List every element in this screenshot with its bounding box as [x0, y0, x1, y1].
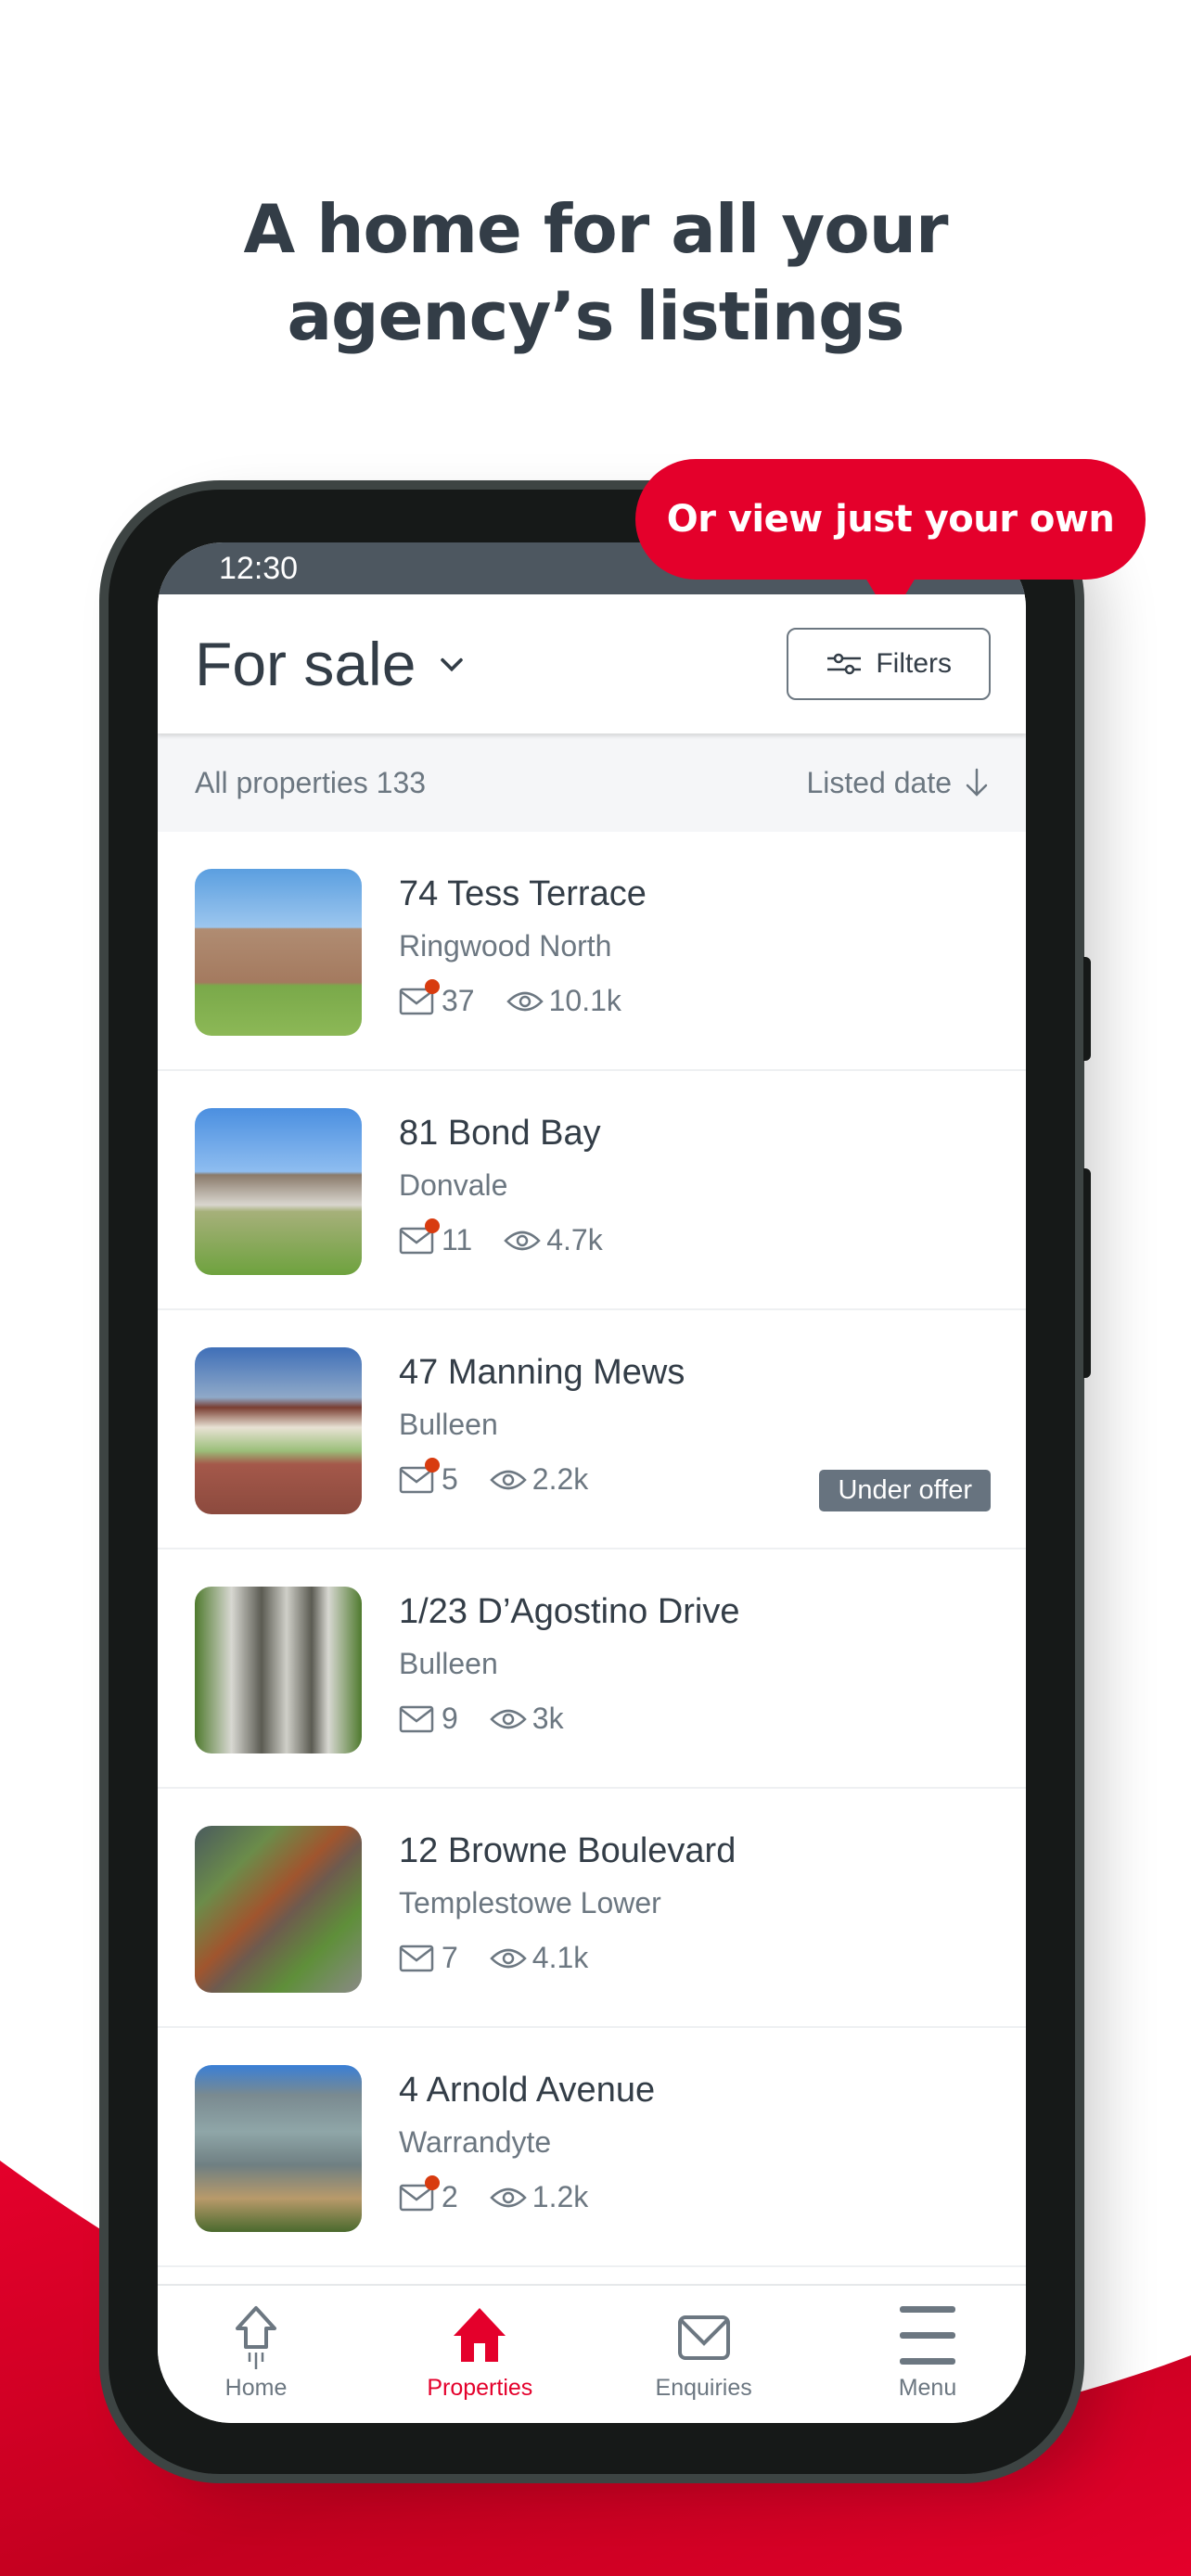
property-list-item[interactable]: 1/23 D’Agostino Drive Bulleen 9 3k: [158, 1549, 1026, 1789]
views-stat: 1.2k: [490, 2180, 588, 2214]
list-summary-bar: All properties 133 Listed date: [158, 733, 1026, 832]
eye-icon: [490, 1470, 527, 1489]
property-address: 4 Arnold Avenue: [399, 2071, 656, 2110]
envelope-icon: [677, 2315, 730, 2360]
eye-icon: [506, 991, 544, 1011]
nav-item-menu[interactable]: Menu: [863, 2286, 992, 2423]
nav-label-enquiries: Enquiries: [655, 2375, 752, 2401]
enquiries-stat: 2: [399, 2174, 458, 2214]
enquiries-count: 5: [442, 1462, 458, 1496]
views-count: 1.2k: [531, 2180, 589, 2213]
property-thumbnail: [195, 1108, 362, 1275]
home-outline-icon: [236, 2306, 276, 2369]
property-list-item[interactable]: 74 Tess Terrace Ringwood North 37 10.1k: [158, 832, 1026, 1071]
views-stat: 4.7k: [504, 1223, 603, 1257]
hamburger-menu-icon: [899, 2306, 955, 2365]
enquiries-count: 9: [442, 1702, 458, 1735]
envelope-icon: [399, 1945, 434, 1971]
new-enquiry-dot: [425, 978, 440, 994]
enquiries-stat: 9: [399, 1702, 458, 1736]
views-count: 10.1k: [548, 984, 621, 1017]
phone-power-button: [1083, 1168, 1091, 1378]
filters-label: Filters: [876, 648, 952, 679]
property-count: All properties 133: [195, 765, 427, 799]
enquiries-stat: 5: [399, 1457, 458, 1497]
views-count: 3k: [531, 1702, 564, 1735]
bottom-navigation: Home Properties Enquiries Menu: [158, 2284, 1026, 2423]
enquiries-stat: 11: [399, 1218, 473, 1257]
property-list-item[interactable]: 12 Browne Boulevard Templestowe Lower 7 …: [158, 1789, 1026, 2028]
views-count: 2.2k: [531, 1462, 589, 1496]
new-enquiry-dot: [425, 2174, 440, 2190]
property-list: 74 Tess Terrace Ringwood North 37 10.1k: [158, 832, 1026, 2267]
enquiries-stat: 37: [399, 978, 475, 1018]
arrow-down-icon: [966, 768, 988, 797]
nav-item-properties[interactable]: Properties: [415, 2286, 544, 2423]
listing-type-dropdown[interactable]: For sale: [195, 629, 467, 699]
headline-line-2: agency’s listings: [287, 277, 904, 355]
new-enquiry-dot: [425, 1218, 440, 1233]
property-suburb: Templestowe Lower: [399, 1886, 661, 1919]
property-thumbnail: [195, 2065, 362, 2232]
callout-text: Or view just your own: [666, 498, 1115, 541]
phone-screen: 12:30 For sale Filters All properties 13…: [158, 542, 1026, 2423]
property-suburb: Warrandyte: [399, 2125, 552, 2159]
app-bar: For sale Filters: [158, 594, 1026, 733]
views-stat: 10.1k: [506, 984, 621, 1018]
nav-item-home[interactable]: Home: [191, 2286, 321, 2423]
sort-label: Listed date: [806, 765, 952, 799]
house-filled-icon: [454, 2308, 506, 2362]
property-thumbnail: [195, 869, 362, 1036]
property-suburb: Donvale: [399, 1168, 508, 1202]
views-count: 4.7k: [546, 1223, 603, 1256]
page-title: For sale: [195, 630, 416, 698]
property-list-item[interactable]: 81 Bond Bay Donvale 11 4.7k: [158, 1071, 1026, 1310]
headline-line-1: A home for all your: [243, 190, 949, 268]
property-thumbnail: [195, 1347, 362, 1514]
enquiries-stat: 7: [399, 1941, 458, 1975]
enquiries-count: 11: [442, 1223, 473, 1256]
enquiries-count: 37: [442, 984, 475, 1017]
chevron-down-icon: [441, 657, 464, 672]
sliders-icon: [827, 653, 862, 675]
property-suburb: Bulleen: [399, 1408, 498, 1441]
property-list-item[interactable]: 4 Arnold Avenue Warrandyte 2 1.2k: [158, 2028, 1026, 2267]
property-address: 47 Manning Mews: [399, 1353, 685, 1392]
property-list-item[interactable]: 47 Manning Mews Bulleen 5 2.2k Under off…: [158, 1310, 1026, 1549]
phone-volume-button: [1083, 957, 1091, 1061]
new-enquiry-dot: [425, 1457, 440, 1473]
eye-icon: [490, 1709, 527, 1728]
property-address: 81 Bond Bay: [399, 1114, 601, 1153]
views-stat: 4.1k: [490, 1941, 588, 1975]
sort-control[interactable]: Listed date: [806, 766, 989, 800]
views-stat: 3k: [490, 1702, 564, 1736]
status-time: 12:30: [219, 551, 299, 586]
enquiries-count: 2: [442, 2180, 458, 2213]
property-suburb: Ringwood North: [399, 929, 612, 963]
nav-label-properties: Properties: [427, 2375, 533, 2401]
filters-button[interactable]: Filters: [787, 628, 991, 700]
views-stat: 2.2k: [490, 1462, 588, 1497]
property-address: 12 Browne Boulevard: [399, 1831, 736, 1870]
status-badge: Under offer: [819, 1470, 991, 1511]
marketing-headline: A home for all your agency’s listings: [0, 185, 1191, 360]
property-thumbnail: [195, 1587, 362, 1753]
property-address: 74 Tess Terrace: [399, 874, 647, 913]
envelope-icon: [399, 1705, 434, 1732]
callout-bubble: Or view just your own: [635, 459, 1146, 580]
enquiries-count: 7: [442, 1941, 458, 1974]
eye-icon: [504, 1231, 541, 1250]
property-address: 1/23 D’Agostino Drive: [399, 1592, 740, 1631]
views-count: 4.1k: [531, 1941, 589, 1974]
nav-item-enquiries[interactable]: Enquiries: [639, 2286, 769, 2423]
property-suburb: Bulleen: [399, 1647, 498, 1680]
property-thumbnail: [195, 1826, 362, 1993]
eye-icon: [490, 2187, 527, 2207]
eye-icon: [490, 1948, 527, 1968]
nav-label-home: Home: [224, 2375, 288, 2401]
nav-label-menu: Menu: [898, 2375, 957, 2401]
